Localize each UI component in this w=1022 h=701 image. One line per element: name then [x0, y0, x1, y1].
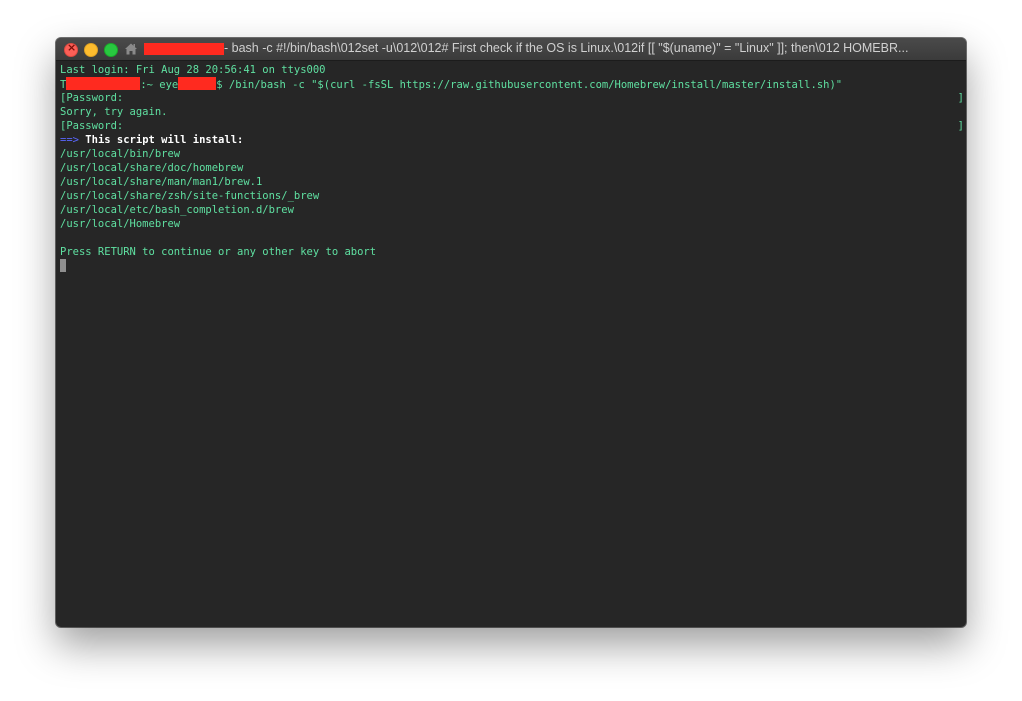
- press-return-line: Press RETURN to continue or any other ke…: [60, 246, 377, 258]
- install-path: /usr/local/share/zsh/site-functions/_bre…: [60, 190, 320, 202]
- text-cursor: [60, 259, 66, 272]
- title-bar[interactable]: - bash -c #!/bin/bash\012set -u\012\012#…: [56, 38, 966, 61]
- password-line: [Password:]: [60, 91, 964, 105]
- prompt-mid: :~ eye: [140, 79, 179, 91]
- install-path: /usr/local/bin/brew: [60, 148, 181, 160]
- install-path: /usr/local/etc/bash_completion.d/brew: [60, 204, 294, 216]
- bracket-right: ]: [957, 120, 964, 132]
- redacted-hostname: [66, 77, 141, 90]
- install-path: /usr/local/share/doc/homebrew: [60, 162, 244, 174]
- command-text: /bin/bash -c "$(curl -fsSL https://raw.g…: [228, 79, 843, 91]
- close-window-button[interactable]: [64, 41, 78, 57]
- password-prompt: Password:: [66, 92, 124, 104]
- install-heading: This script will install:: [85, 134, 244, 146]
- minimize-window-button[interactable]: [84, 43, 98, 57]
- password-line: [Password:]: [60, 119, 964, 133]
- install-path: /usr/local/Homebrew: [60, 218, 181, 230]
- install-path: /usr/local/share/man/man1/brew.1: [60, 176, 263, 188]
- command-line: T:~ eye $ /bin/bash -c "$(curl -fsSL http…: [60, 77, 962, 91]
- password-prompt: Password:: [66, 120, 124, 132]
- arrow-marker: ==>: [60, 134, 79, 146]
- zoom-window-button[interactable]: [104, 43, 118, 57]
- redacted-username: [178, 77, 217, 90]
- last-login-line: Last login: Fri Aug 28 20:56:41 on ttys0…: [60, 64, 326, 76]
- redacted-username: [144, 43, 224, 55]
- cursor-line: [60, 259, 962, 273]
- bracket-right: ]: [957, 92, 964, 104]
- terminal-output[interactable]: Last login: Fri Aug 28 20:56:41 on ttys0…: [60, 63, 964, 618]
- prompt-suffix: $: [216, 79, 229, 91]
- sorry-line: Sorry, try again.: [60, 106, 168, 118]
- window-title: - bash -c #!/bin/bash\012set -u\012\012#…: [224, 41, 909, 55]
- install-heading-line: ==> This script will install:: [60, 133, 962, 147]
- terminal-window: - bash -c #!/bin/bash\012set -u\012\012#…: [56, 38, 966, 627]
- home-icon: [125, 43, 137, 55]
